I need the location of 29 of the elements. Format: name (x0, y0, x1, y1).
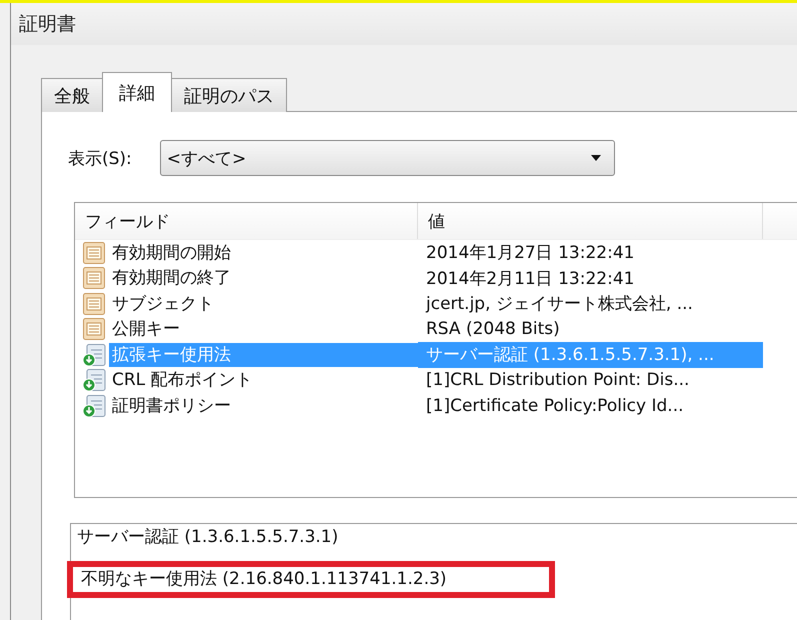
document-icon (82, 292, 106, 316)
field-name[interactable]: 証明書ポリシー (109, 394, 234, 418)
window-title: 証明書 (19, 12, 76, 37)
field-name[interactable]: 公開キー (109, 317, 183, 342)
field-value[interactable]: RSA (2048 Bits) (418, 316, 763, 342)
column-header[interactable]: 値 (418, 203, 763, 239)
tab[interactable]: 証明のパス (171, 78, 287, 112)
field-name[interactable]: 有効期間の開始 (109, 240, 234, 265)
document-icon (82, 266, 106, 290)
field-value[interactable]: 2014年1月27日 13:22:41 (418, 240, 763, 266)
field-value[interactable]: [1]Certificate Policy:Policy Id... (418, 393, 763, 418)
detail-line: サーバー認証 (1.3.6.1.5.5.7.3.1) (76, 528, 340, 547)
show-label: 表示(S): (68, 148, 132, 170)
field-value[interactable]: [1]CRL Distribution Point: Dis... (418, 368, 763, 393)
document-icon (82, 317, 106, 342)
tab[interactable]: 全般 (41, 78, 103, 112)
tab[interactable]: 詳細 (102, 72, 172, 112)
field-name[interactable]: サブジェクト (109, 292, 217, 316)
document-download-icon (82, 368, 106, 392)
show-dropdown[interactable]: <すべて> (160, 140, 615, 176)
field-value[interactable]: 2014年2月11日 13:22:41 (418, 266, 763, 291)
document-download-icon (82, 394, 106, 418)
field-value[interactable]: jcert.jp, ジェイサート株式会社, ... (418, 291, 763, 316)
document-download-icon (82, 342, 106, 367)
field-name[interactable]: 有効期間の終了 (109, 266, 234, 290)
document-icon (82, 240, 106, 265)
caret-icon (590, 154, 602, 162)
field-name[interactable]: CRL 配布ポイント (109, 368, 256, 392)
column-header[interactable]: フィールド (75, 203, 418, 239)
